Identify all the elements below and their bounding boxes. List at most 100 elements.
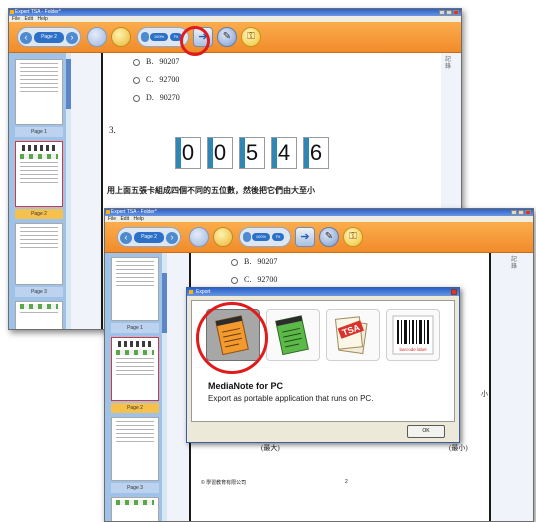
page-thumbnail[interactable] bbox=[111, 417, 159, 481]
minimize-button[interactable] bbox=[511, 210, 517, 215]
export-option-tsa[interactable]: TSA bbox=[326, 309, 380, 361]
radio-icon[interactable] bbox=[133, 76, 140, 84]
front-window-controls bbox=[511, 210, 531, 215]
radio-icon[interactable] bbox=[133, 58, 140, 66]
export-dialog-title-bar: Export bbox=[187, 288, 459, 296]
zoom-out-icon[interactable] bbox=[243, 232, 251, 242]
digit-card: 0 bbox=[207, 137, 233, 169]
back-toolbar: ‹ Page 2 › 100% Fit ➔ ✎ ⚿ bbox=[9, 22, 461, 53]
front-window-title: Expert TSA - Folder* bbox=[111, 209, 157, 215]
prev-page-icon[interactable]: ‹ bbox=[20, 32, 32, 44]
export-selected-description: Export as portable application that runs… bbox=[208, 394, 374, 403]
zoom-level: 100% bbox=[150, 33, 168, 41]
next-page-icon[interactable]: › bbox=[166, 232, 178, 244]
back-window-title: Expert TSA - Folder* bbox=[15, 9, 61, 15]
barcode-label-icon: barcode label bbox=[392, 315, 434, 355]
side-note: 記錄 bbox=[511, 257, 518, 270]
page-label[interactable]: Page 3 bbox=[15, 287, 63, 297]
back-page-sidebar: Page 1 Page 2 Page 3 bbox=[9, 53, 72, 329]
page-nav-label: Page 2 bbox=[134, 232, 164, 243]
page-label[interactable]: Page 1 bbox=[111, 323, 159, 333]
page-label[interactable]: Page 3 bbox=[111, 483, 159, 493]
brush-button[interactable]: ✎ bbox=[319, 227, 339, 247]
close-button[interactable] bbox=[525, 210, 531, 215]
page-thumbnail[interactable] bbox=[15, 301, 63, 329]
footer-page-number: 2 bbox=[345, 479, 348, 485]
option-b: B. 90207 bbox=[133, 57, 179, 66]
globe-button[interactable] bbox=[189, 227, 209, 247]
page-nav-label: Page 2 bbox=[34, 32, 64, 43]
zoom-out-icon[interactable] bbox=[141, 32, 149, 42]
option-b: B. 90207 bbox=[231, 257, 277, 266]
page-navigator[interactable]: ‹ Page 2 › bbox=[17, 27, 81, 47]
zoom-fit[interactable]: Fit bbox=[272, 233, 284, 241]
side-note: 記錄 bbox=[445, 57, 452, 70]
option-c: C. 92700 bbox=[133, 75, 179, 84]
digit-card: 0 bbox=[175, 137, 201, 169]
bracket-smallest: (最小) bbox=[449, 444, 468, 452]
page-label[interactable]: Page 2 bbox=[15, 209, 63, 219]
selected-option-highlight-circle bbox=[196, 302, 268, 374]
option-c: C. 92700 bbox=[231, 275, 277, 284]
globe-button[interactable] bbox=[87, 27, 107, 47]
next-page-icon[interactable]: › bbox=[66, 32, 78, 44]
front-page-sidebar: Page 1 Page 2 Page 3 bbox=[105, 253, 168, 521]
key-icon: ⚿ bbox=[247, 31, 255, 42]
export-button[interactable]: ➔ bbox=[295, 227, 315, 247]
export-highlight-circle bbox=[180, 26, 210, 56]
digit-card: 4 bbox=[271, 137, 297, 169]
notepad-green-icon bbox=[275, 315, 309, 356]
prev-page-icon[interactable]: ‹ bbox=[120, 232, 132, 244]
page-right-border bbox=[489, 253, 491, 521]
question-number: 3. bbox=[109, 125, 116, 135]
app-icon bbox=[106, 210, 110, 214]
maximize-button[interactable] bbox=[518, 210, 524, 215]
export-selected-title: MediaNote for PC bbox=[208, 381, 284, 391]
dialog-app-icon bbox=[189, 290, 193, 294]
brush-icon: ✎ bbox=[222, 31, 232, 42]
page-thumbnail[interactable] bbox=[111, 497, 159, 521]
bracket-largest: (最大) bbox=[261, 444, 280, 452]
brush-icon: ✎ bbox=[324, 231, 334, 242]
ok-button[interactable]: OK bbox=[407, 425, 445, 438]
question-text: 用上面五張卡組成四個不同的五位數，然後把它們由大至小 bbox=[107, 186, 315, 195]
zoom-control[interactable]: 100% Fit bbox=[239, 227, 291, 247]
export-icon: ➔ bbox=[300, 231, 310, 243]
settings-button[interactable]: ⚿ bbox=[343, 227, 363, 247]
page-label[interactable]: Page 2 bbox=[111, 403, 159, 413]
front-toolbar: ‹ Page 2 › 100% Fit ➔ ✎ ⚿ bbox=[105, 222, 533, 253]
radio-icon[interactable] bbox=[231, 276, 238, 284]
export-option-medianote-alt[interactable] bbox=[266, 309, 320, 361]
page-thumbnail[interactable] bbox=[15, 223, 63, 285]
radio-icon[interactable] bbox=[231, 258, 238, 266]
zoom-level: 100% bbox=[252, 233, 270, 241]
front-title-bar: Expert TSA - Folder* bbox=[105, 209, 533, 216]
barcode-caption: barcode label bbox=[399, 347, 426, 352]
option-d: D. 90270 bbox=[133, 93, 180, 102]
page-thumbnail-selected[interactable] bbox=[111, 337, 159, 401]
radio-icon[interactable] bbox=[133, 94, 140, 102]
key-icon: ⚿ bbox=[349, 231, 357, 242]
back-title-bar: Expert TSA - Folder* bbox=[9, 9, 461, 16]
minimize-button[interactable] bbox=[439, 10, 445, 15]
page-thumbnail[interactable] bbox=[15, 59, 63, 125]
digit-card: 6 bbox=[303, 137, 329, 169]
maximize-button[interactable] bbox=[446, 10, 452, 15]
footer-copyright: © 學習教育有限公司 bbox=[201, 480, 247, 486]
dialog-close-button[interactable] bbox=[451, 289, 457, 295]
hand-tool-button[interactable] bbox=[213, 227, 233, 247]
page-label[interactable]: Page 1 bbox=[15, 127, 63, 137]
page-thumbnail-selected[interactable] bbox=[15, 141, 63, 207]
settings-button[interactable]: ⚿ bbox=[241, 27, 261, 47]
export-option-barcode[interactable]: barcode label bbox=[386, 309, 440, 361]
page-navigator[interactable]: ‹ Page 2 › bbox=[117, 227, 181, 247]
hand-tool-button[interactable] bbox=[111, 27, 131, 47]
back-window-controls bbox=[439, 10, 459, 15]
digit-cards: 0 0 5 4 6 bbox=[175, 137, 355, 169]
export-dialog-title: Export bbox=[196, 289, 211, 295]
brush-button[interactable]: ✎ bbox=[217, 27, 237, 47]
digit-card: 5 bbox=[239, 137, 265, 169]
page-thumbnail[interactable] bbox=[111, 257, 159, 321]
close-button[interactable] bbox=[453, 10, 459, 15]
side-char: 小 bbox=[481, 390, 488, 398]
